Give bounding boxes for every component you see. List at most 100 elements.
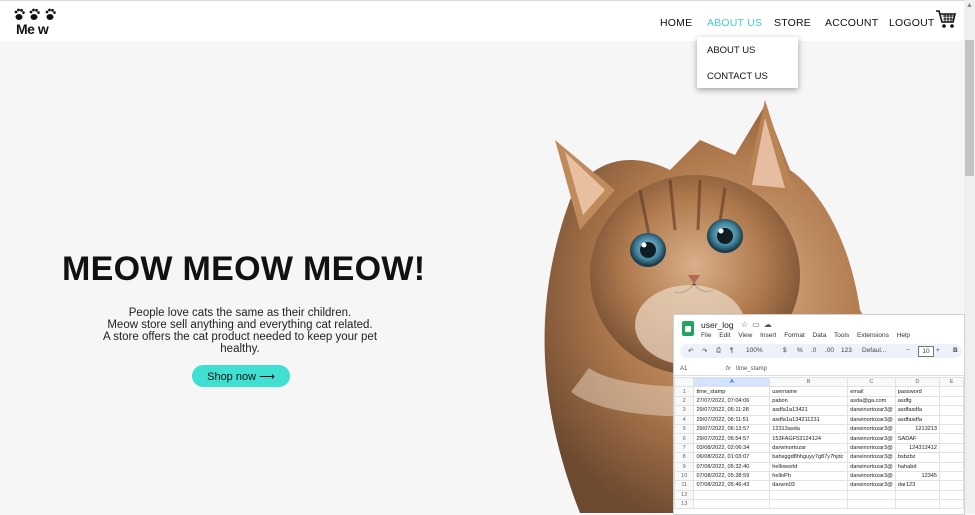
menu-insert[interactable]: Insert: [760, 332, 776, 339]
table-cell[interactable]: hahabd: [894, 461, 941, 472]
row-number[interactable]: 3: [674, 405, 695, 416]
shop-now-button[interactable]: Shop now ⟶: [192, 365, 290, 387]
row-number[interactable]: 5: [674, 423, 695, 435]
undo-icon[interactable]: ↶: [688, 347, 693, 355]
font-select[interactable]: Defaul...: [862, 347, 886, 354]
table-cell[interactable]: [939, 461, 964, 472]
row-number[interactable]: 10: [674, 470, 695, 482]
table-cell[interactable]: [939, 452, 964, 463]
bold-button[interactable]: B: [953, 347, 958, 354]
table-cell[interactable]: [894, 499, 941, 510]
select-all-corner[interactable]: [674, 376, 695, 388]
percent-format-button[interactable]: %: [797, 347, 803, 354]
print-icon[interactable]: ⎙: [716, 347, 721, 355]
table-cell[interactable]: darwinortozar3@: [847, 442, 896, 454]
column-header-c[interactable]: C: [847, 376, 896, 388]
column-header-e[interactable]: E: [939, 376, 964, 388]
row-number[interactable]: 9: [674, 461, 695, 472]
table-cell[interactable]: [939, 442, 964, 454]
zoom-select[interactable]: 100%: [746, 347, 763, 354]
table-cell[interactable]: darwinortozar3@: [847, 470, 896, 482]
table-cell[interactable]: 03/08/2022, 02:06:34: [693, 442, 771, 454]
currency-format-button[interactable]: $: [783, 347, 787, 354]
star-icon[interactable]: ☆: [741, 320, 752, 329]
table-cell[interactable]: asda@ga.com: [847, 395, 896, 407]
table-cell[interactable]: darwinortozar3@: [847, 480, 896, 491]
table-cell[interactable]: [693, 489, 771, 501]
table-cell[interactable]: helloPh: [769, 470, 849, 482]
table-cell[interactable]: asdfa1a134211231: [769, 414, 849, 425]
table-cell[interactable]: 12345: [894, 470, 941, 482]
table-cell[interactable]: darwinortozar3@: [847, 461, 896, 472]
table-cell[interactable]: darwinortozar3@: [847, 433, 896, 444]
dropdown-item-about-us[interactable]: ABOUT US: [707, 45, 755, 56]
cloud-icon[interactable]: ☁: [764, 320, 776, 329]
menu-file[interactable]: File: [701, 332, 711, 339]
increase-font-size-button[interactable]: +: [936, 347, 940, 354]
menu-help[interactable]: Help: [897, 332, 910, 339]
folder-icon[interactable]: ▭: [752, 320, 764, 329]
decrease-font-size-button[interactable]: −: [906, 347, 910, 354]
table-cell[interactable]: [847, 499, 896, 510]
table-cell[interactable]: [847, 489, 896, 501]
table-cell[interactable]: [939, 499, 964, 510]
table-cell[interactable]: 153FAGF53124124: [769, 433, 849, 444]
table-cell[interactable]: email: [847, 386, 896, 397]
increase-decimal-button[interactable]: .00: [825, 347, 834, 354]
table-cell[interactable]: bahsggd8hhguyy7g87y7hjdc: [769, 452, 849, 463]
menu-view[interactable]: View: [738, 332, 752, 339]
table-cell[interactable]: 07/08/2022, 05:38:59: [693, 470, 771, 482]
table-cell[interactable]: 29/07/2022, 06:11:28: [693, 405, 771, 416]
row-number[interactable]: 1: [674, 386, 695, 397]
table-cell[interactable]: [939, 489, 964, 501]
page-scrollbar[interactable]: ▲: [964, 0, 975, 513]
table-cell[interactable]: darwinortozar: [769, 442, 849, 454]
menu-data[interactable]: Data: [813, 332, 827, 339]
formula-input[interactable]: time_stamp: [736, 366, 767, 372]
menu-extensions[interactable]: Extensions: [857, 332, 889, 339]
table-cell[interactable]: darwinortozar3@: [847, 414, 896, 425]
nav-logout[interactable]: LOGOUT: [889, 17, 935, 31]
nav-account[interactable]: ACCOUNT: [825, 17, 878, 31]
table-cell[interactable]: [939, 480, 964, 491]
table-cell[interactable]: [939, 433, 964, 444]
table-cell[interactable]: 12313asda: [769, 423, 849, 435]
nav-home[interactable]: HOME: [660, 17, 692, 31]
scrollbar-thumb[interactable]: [965, 40, 974, 176]
paint-format-icon[interactable]: ¶: [730, 347, 734, 354]
table-cell[interactable]: 29/07/2022, 06:13:57: [693, 423, 771, 435]
table-cell[interactable]: SADAF: [894, 433, 941, 444]
decrease-decimal-button[interactable]: .0: [811, 347, 816, 354]
table-cell[interactable]: helloworld: [769, 461, 849, 472]
column-header-a[interactable]: A: [693, 376, 771, 388]
table-cell[interactable]: darwinortozar3@: [847, 405, 896, 416]
table-cell[interactable]: 27/07/2022, 07:04:06: [693, 395, 771, 407]
table-cell[interactable]: [939, 386, 964, 397]
table-cell[interactable]: [939, 395, 964, 407]
table-cell[interactable]: 124312412: [894, 442, 941, 454]
row-number[interactable]: 11: [674, 480, 695, 491]
table-cell[interactable]: bsbzbz: [894, 452, 941, 463]
table-cell[interactable]: [939, 470, 964, 482]
table-cell[interactable]: asdfg: [894, 395, 941, 407]
row-number[interactable]: 7: [674, 442, 695, 454]
row-number[interactable]: 12: [674, 489, 695, 501]
table-cell[interactable]: 06/08/2022, 01:03:07: [693, 452, 771, 463]
redo-icon[interactable]: ↷: [702, 347, 707, 355]
font-size-input[interactable]: 10: [918, 346, 934, 357]
table-cell[interactable]: 07/08/2022, 05:46:43: [693, 480, 771, 491]
table-cell[interactable]: [939, 423, 964, 435]
row-number[interactable]: 8: [674, 452, 695, 463]
brand-logo[interactable]: Me w: [14, 8, 66, 38]
table-cell[interactable]: [769, 499, 849, 510]
column-header-b[interactable]: B: [769, 376, 849, 388]
row-number[interactable]: 2: [674, 395, 695, 407]
menu-edit[interactable]: Edit: [719, 332, 730, 339]
table-cell[interactable]: [769, 489, 849, 501]
nav-about-us[interactable]: ABOUT US: [707, 17, 762, 31]
row-number[interactable]: 6: [674, 433, 695, 444]
table-cell[interactable]: password: [894, 386, 941, 397]
column-header-d[interactable]: D: [894, 376, 941, 388]
nav-store[interactable]: STORE: [774, 17, 811, 31]
table-cell[interactable]: darwin03: [769, 480, 849, 491]
